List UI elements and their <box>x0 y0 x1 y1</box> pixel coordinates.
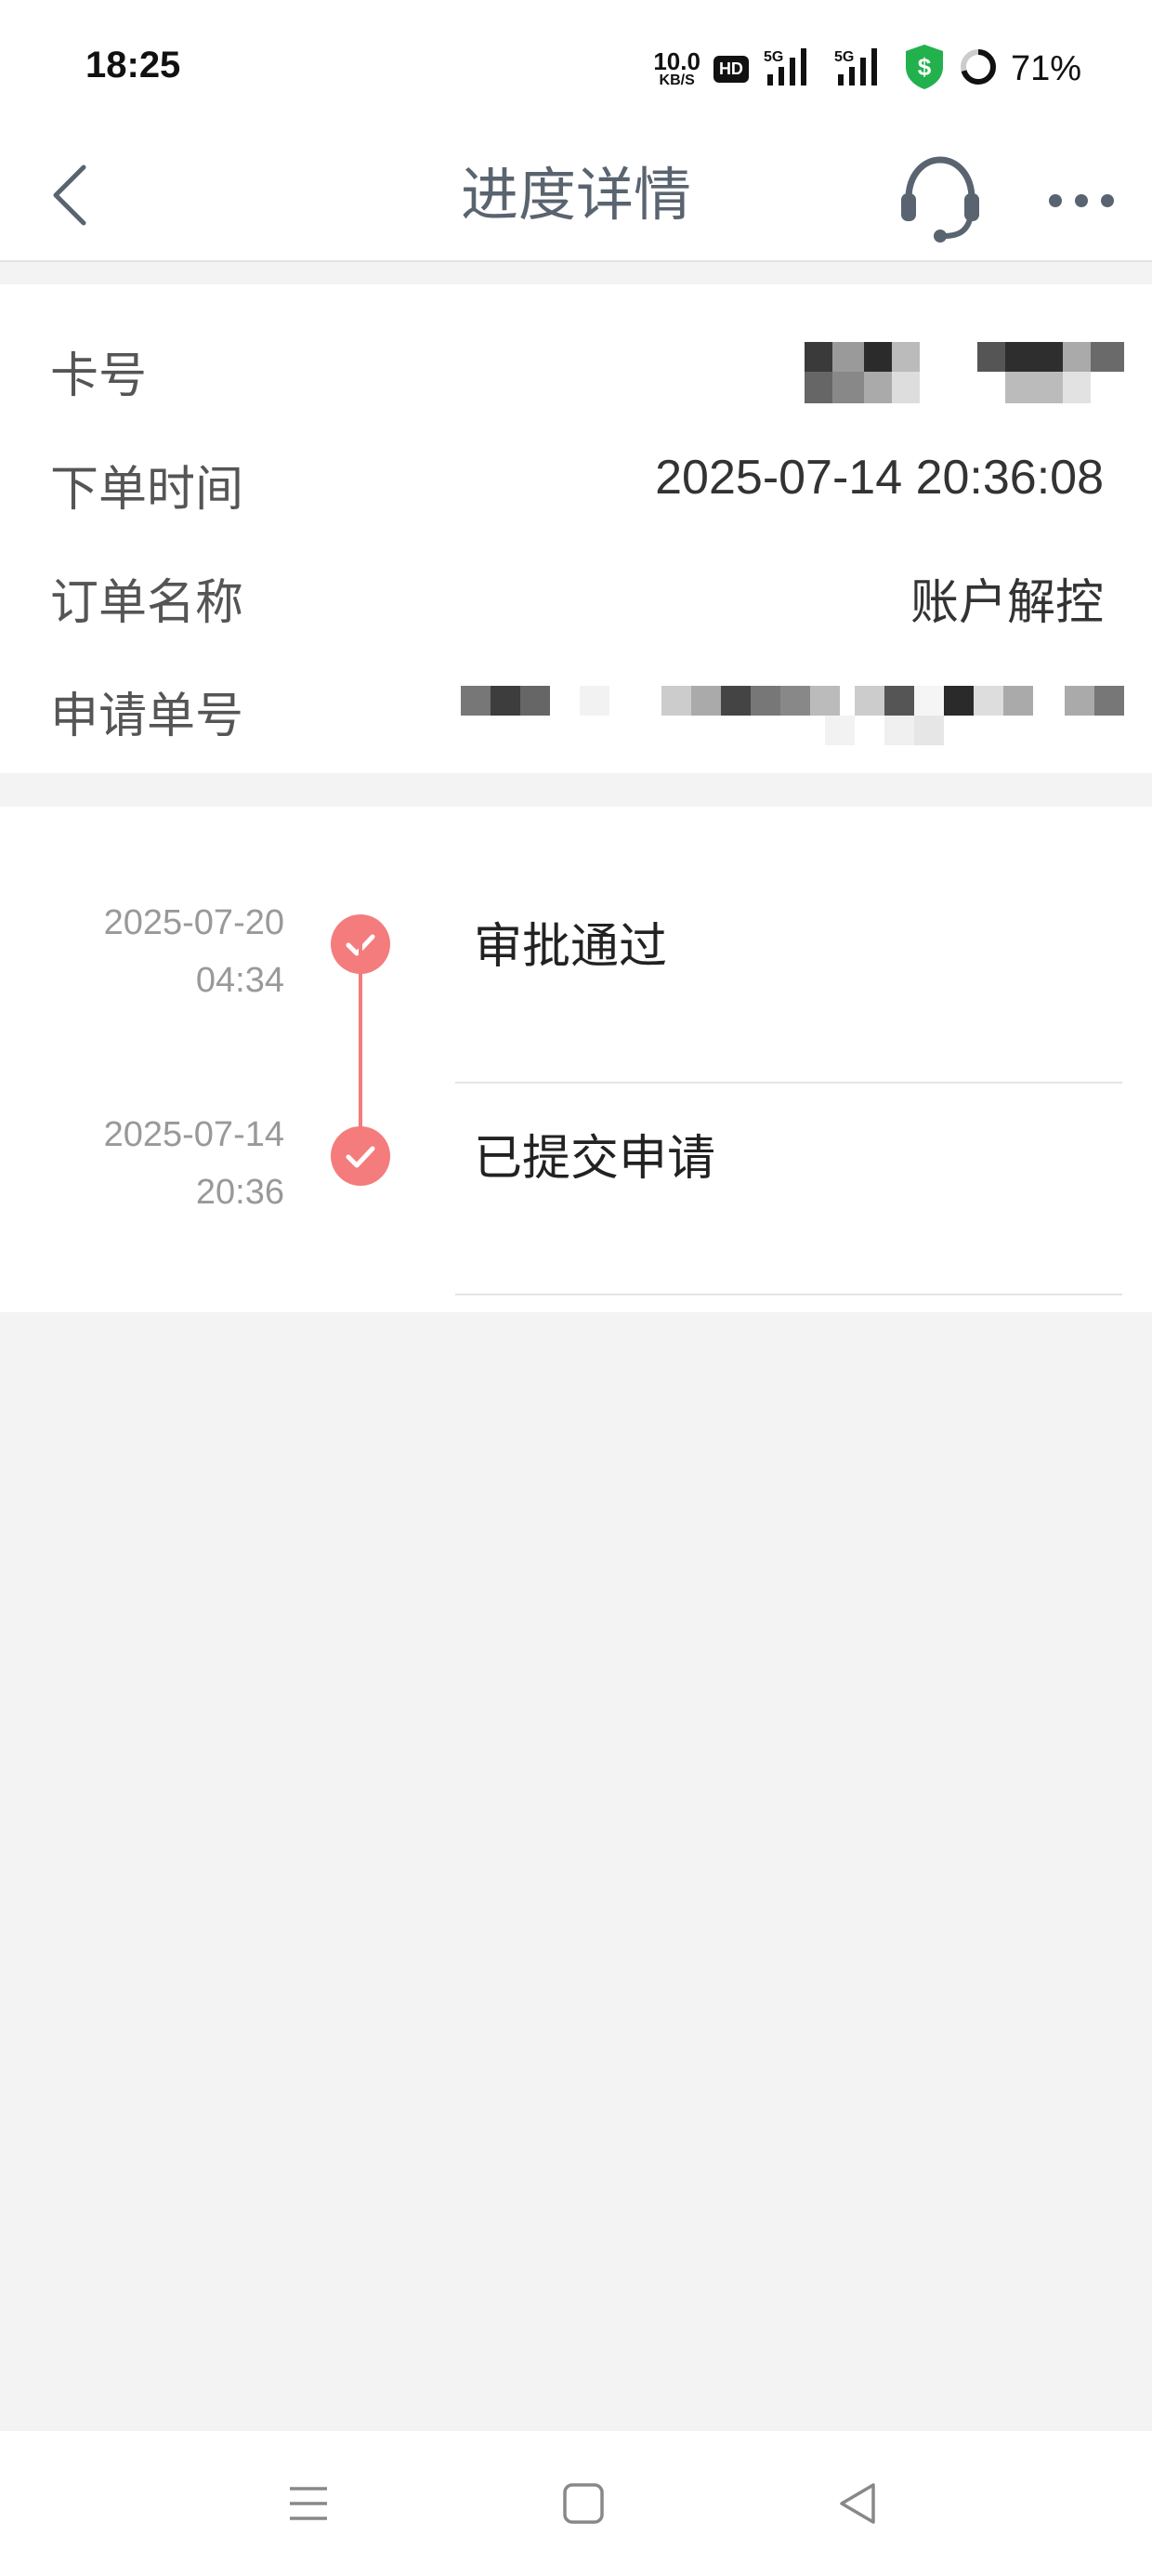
network-speed-unit: KB/S <box>659 72 695 88</box>
timeline-step: 2025-07-20 04:34 审批通过 <box>0 807 1152 1084</box>
step-time: 04:34 <box>195 961 284 1000</box>
card-number-redacted <box>805 342 1124 405</box>
application-number-row: 申请单号 <box>0 652 1152 755</box>
customer-service-button[interactable] <box>892 147 988 243</box>
order-time-row: 下单时间 2025-07-14 20:36:08 <box>0 426 1152 528</box>
step-time: 20:36 <box>195 1173 284 1212</box>
network-speed-value: 10.0 <box>653 47 700 75</box>
card-number-row: 卡号 <box>0 312 1152 414</box>
signal-5g-label: 5G <box>834 49 854 65</box>
battery-ring-icon <box>959 47 998 90</box>
battery-percent: 71% <box>1010 48 1081 88</box>
order-name-label: 订单名称 <box>50 575 244 631</box>
step-title: 已提交申请 <box>474 1131 716 1187</box>
card-number-label: 卡号 <box>50 348 148 404</box>
order-name-row: 订单名称 账户解控 <box>0 539 1152 641</box>
step-title: 审批通过 <box>474 919 668 975</box>
step-date: 2025-07-20 <box>103 903 284 942</box>
network-speed: 10.0 KB/S <box>653 49 700 88</box>
order-time-label: 下单时间 <box>50 462 244 518</box>
status-time: 18:25 <box>85 45 181 85</box>
status-bar: 18:25 10.0 KB/S HD 5G 5G $ 71% <box>0 0 1152 130</box>
order-time-value: 2025-07-14 20:36:08 <box>655 451 1104 505</box>
more-dots-icon <box>1049 194 1114 207</box>
menu-icon[interactable] <box>279 2474 338 2533</box>
step-divider <box>455 1294 1122 1295</box>
order-name-value: 账户解控 <box>910 575 1104 631</box>
signal-5g-icon: 5G <box>762 46 819 91</box>
step-date: 2025-07-14 <box>103 1115 284 1154</box>
signal-5g-label: 5G <box>764 49 783 65</box>
more-button[interactable] <box>1041 147 1124 243</box>
status-indicators: 10.0 KB/S HD 5G 5G $ 71% <box>653 41 1081 97</box>
application-number-redacted <box>461 686 1124 745</box>
timeline-step: 2025-07-14 20:36 已提交申请 <box>0 1019 1152 1295</box>
back-triangle-icon[interactable] <box>829 2474 888 2533</box>
svg-text:$: $ <box>918 53 932 81</box>
header-bar: 进度详情 <box>0 130 1152 262</box>
headset-icon <box>901 156 979 243</box>
home-square-icon[interactable] <box>554 2474 613 2533</box>
signal-5g-icon: 5G <box>832 46 890 91</box>
system-navigation-bar <box>0 2431 1152 2576</box>
order-info-card: 卡号 下单时间 2025-07-14 20:36:08 订单名称 账户解控 申请… <box>0 284 1152 773</box>
security-shield-icon: $ <box>903 43 946 95</box>
application-number-label: 申请单号 <box>50 689 244 744</box>
progress-timeline-card: 2025-07-20 04:34 审批通过 2025-07-14 20:36 已… <box>0 807 1152 1312</box>
hd-icon: HD <box>713 55 749 83</box>
timeline-connector <box>359 944 362 1154</box>
